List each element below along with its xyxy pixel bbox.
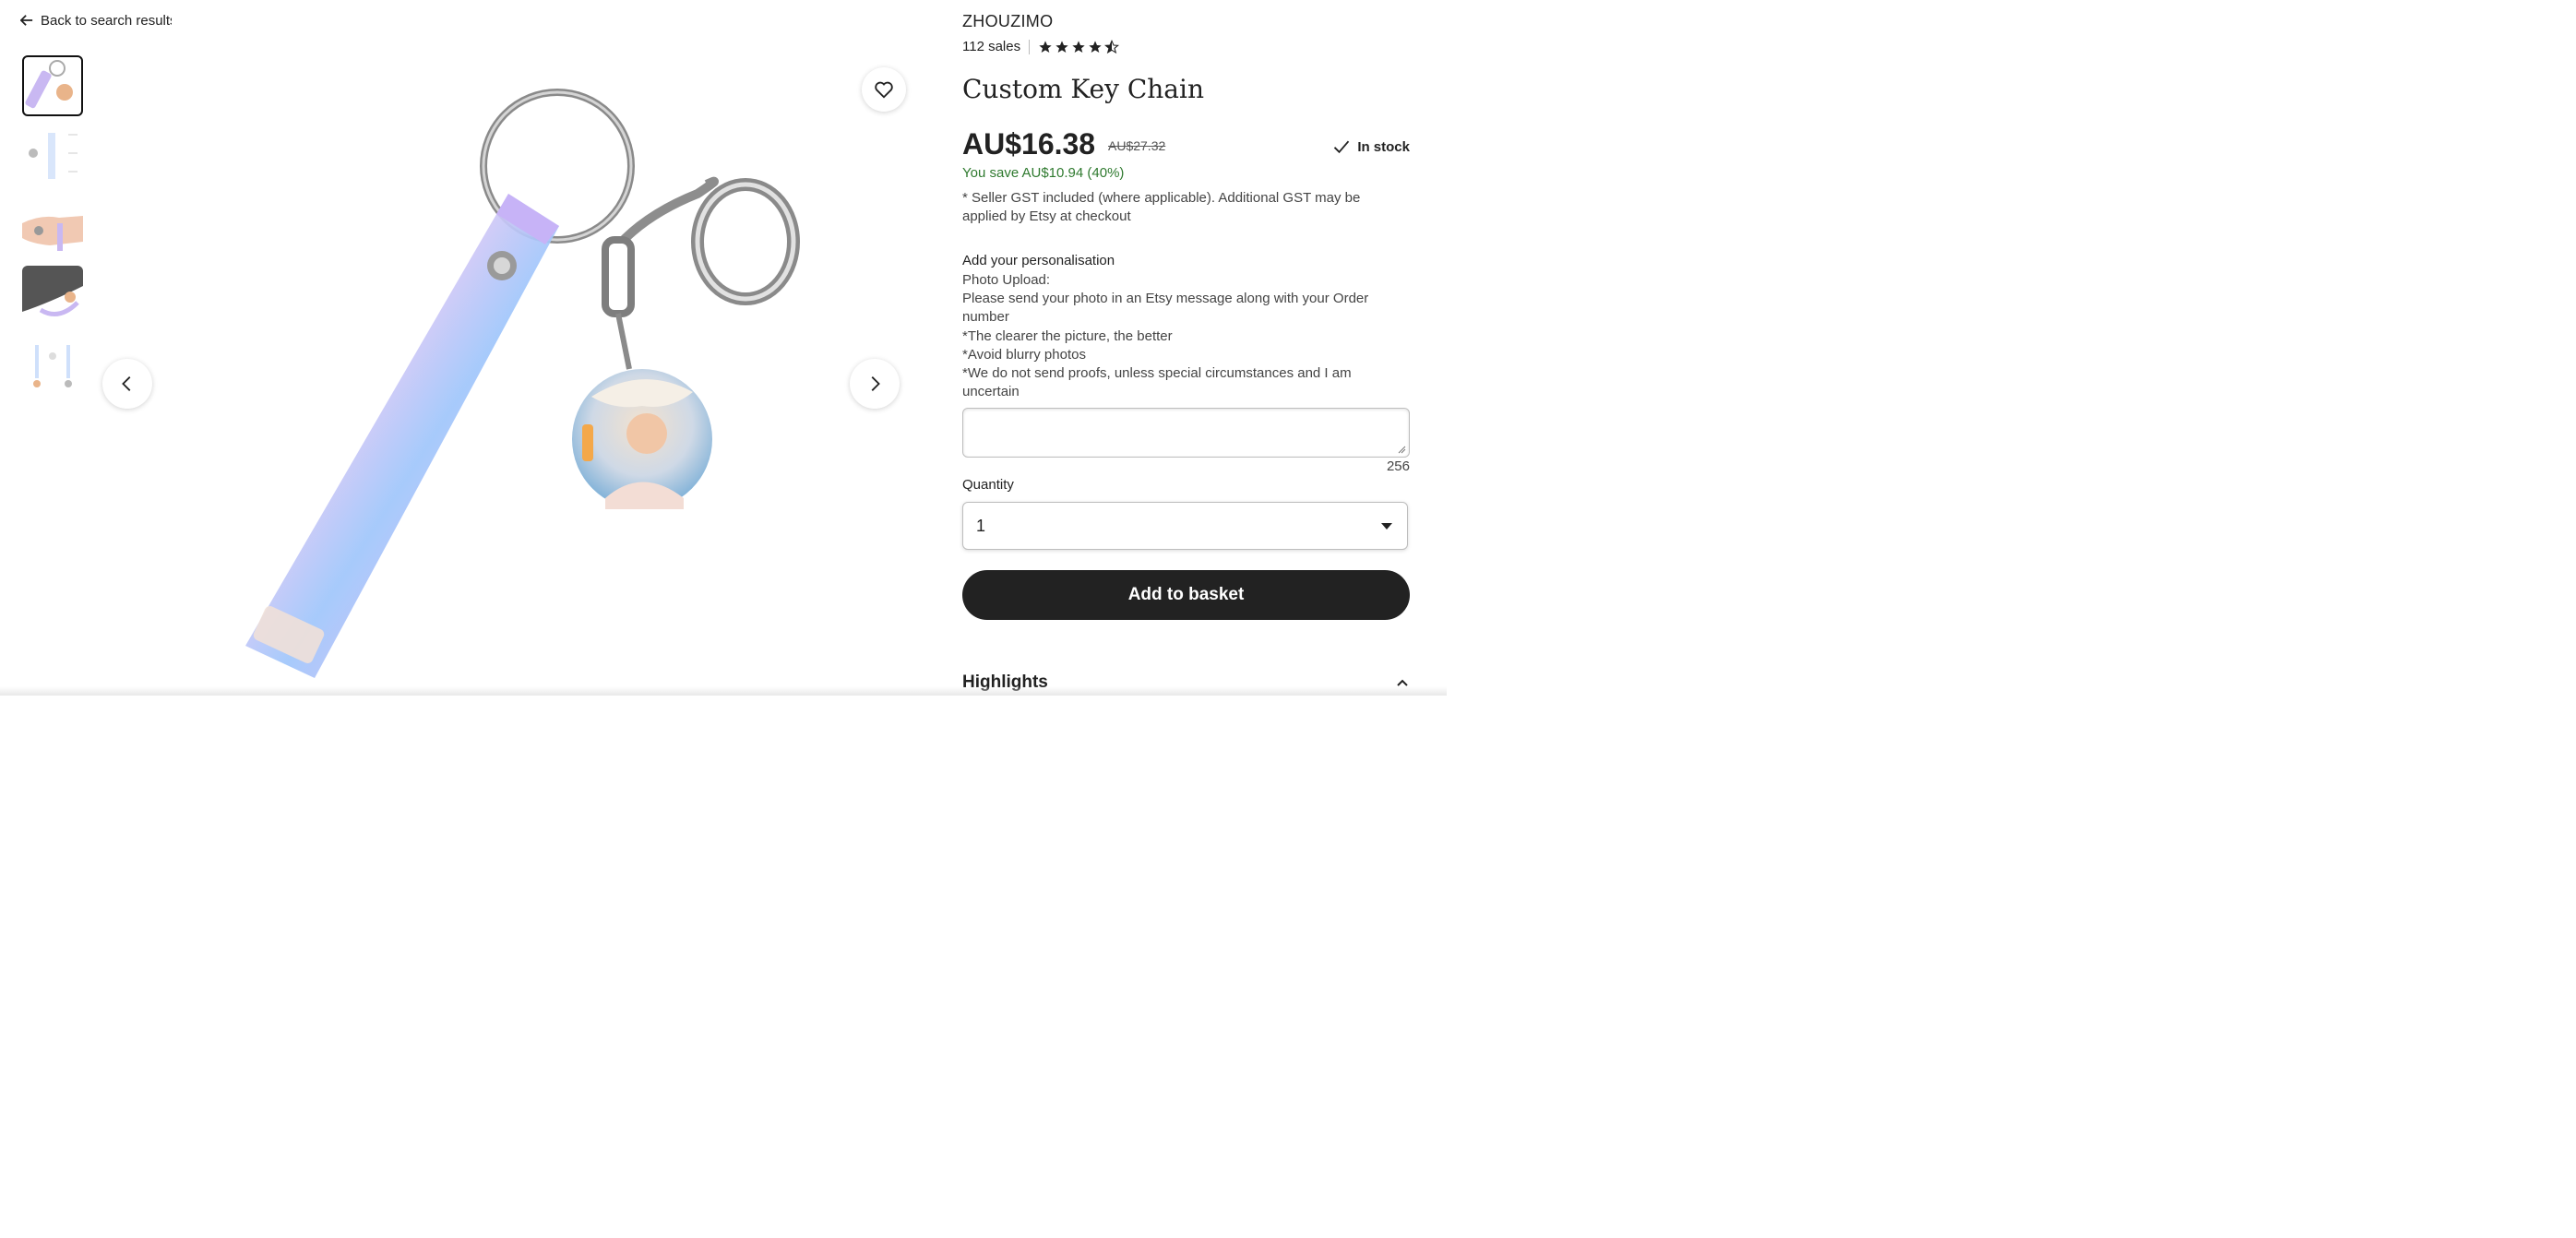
quantity-label: Quantity: [962, 477, 1014, 493]
main-product-image: [172, 0, 937, 696]
variants-thumbnail-image: [22, 336, 83, 397]
stock-status: In stock: [1332, 137, 1410, 156]
sales-count: 112 sales: [962, 39, 1021, 54]
thumbnail-1[interactable]: [22, 55, 83, 116]
savings-text: You save AU$10.94 (40%): [962, 165, 1125, 181]
thumbnail-2[interactable]: [22, 125, 83, 186]
back-to-search-link[interactable]: Back to search results: [20, 11, 177, 30]
star-icon: [1072, 40, 1085, 53]
personalisation-instructions: Photo Upload: Please send your photo in …: [962, 271, 1405, 401]
keychain-photo: [172, 0, 937, 696]
instruction-line: Please send your photo in an Etsy messag…: [962, 291, 1369, 326]
next-image-button[interactable]: [850, 359, 900, 409]
star-icon: [1039, 40, 1052, 53]
bottom-edge-shade: [0, 686, 1447, 696]
thumbnail-3[interactable]: [22, 196, 83, 256]
dimensions-thumbnail-image: [22, 125, 83, 186]
star-icon: [1089, 40, 1102, 53]
checkmark-icon: [1334, 140, 1350, 154]
half-star-icon: [1104, 39, 1120, 54]
divider: [1029, 39, 1031, 54]
instruction-line: *The clearer the picture, the better: [962, 327, 1173, 344]
bag-thumbnail-image: [22, 266, 83, 327]
thumbnail-4[interactable]: [22, 266, 83, 327]
chevron-left-icon: [122, 376, 131, 391]
dropdown-caret-icon: [1381, 522, 1392, 530]
quantity-selected-value: 1: [976, 516, 986, 535]
hand-thumbnail-image: [22, 196, 83, 256]
favorite-button[interactable]: [862, 67, 906, 112]
product-title: Custom Key Chain: [962, 74, 1204, 104]
back-link-label: Back to search results: [41, 12, 177, 29]
previous-image-button[interactable]: [102, 359, 152, 409]
character-count: 256: [1386, 458, 1410, 474]
instruction-line: *Avoid blurry photos: [962, 346, 1086, 363]
original-price: AU$27.32: [1108, 138, 1166, 153]
stock-label: In stock: [1357, 138, 1410, 155]
shop-name-link[interactable]: ZHOUZIMO: [962, 12, 1053, 31]
personalisation-title: Add your personalisation: [962, 253, 1115, 268]
keychain-thumbnail-image: [22, 55, 83, 116]
sales-rating-row: 112 sales: [962, 39, 1120, 54]
current-price: AU$16.38: [962, 127, 1096, 161]
resize-grip-icon[interactable]: [1397, 445, 1406, 454]
thumbnail-strip: [22, 55, 83, 406]
star-icon: [1055, 40, 1068, 53]
heart-icon: [875, 81, 893, 99]
instruction-line: Photo Upload:: [962, 272, 1051, 288]
arrow-left-icon: [20, 15, 33, 26]
gst-note: * Seller GST included (where applicable)…: [962, 190, 1361, 224]
personalisation-textarea[interactable]: [962, 408, 1410, 458]
instruction-line: *We do not send proofs, unless special c…: [962, 365, 1352, 400]
quantity-select[interactable]: 1: [962, 502, 1408, 550]
star-rating[interactable]: [1038, 39, 1120, 54]
chevron-right-icon: [871, 376, 880, 391]
add-to-basket-button[interactable]: Add to basket: [962, 570, 1410, 620]
listing-page: Back to search results ZHOUZIMO 112 sale…: [0, 0, 1447, 696]
thumbnail-5[interactable]: [22, 336, 83, 397]
